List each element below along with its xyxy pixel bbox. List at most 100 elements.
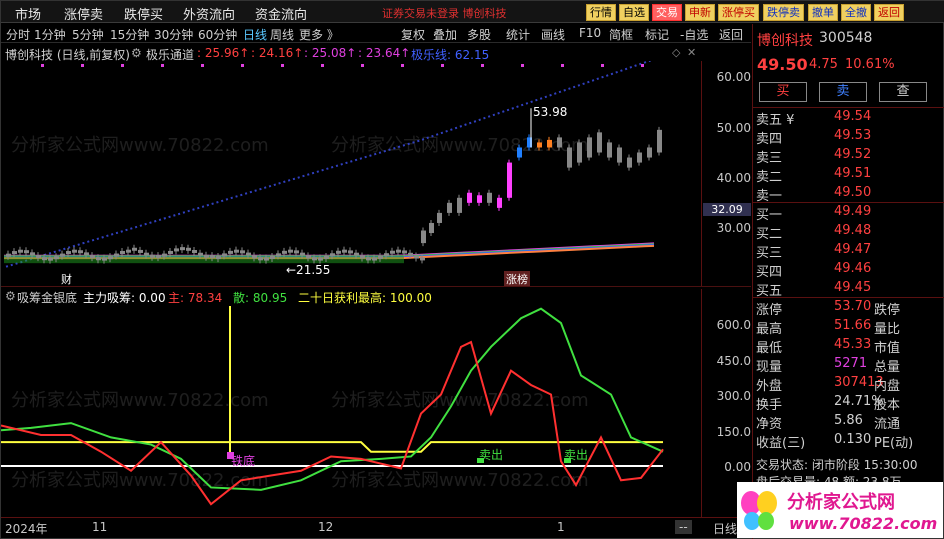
marker-dot [321,64,324,67]
tool-back[interactable]: 返回 [719,26,743,43]
candle-body [252,255,257,259]
row-value: 49.54 [834,109,872,124]
candle-body [288,249,293,253]
btn-cancel[interactable]: 撤单 [808,4,838,21]
menu-market[interactable]: 市场 [15,4,41,23]
candle-body [396,249,401,253]
ask-row: 卖五 ¥ 49.54 [756,109,944,128]
period-60min[interactable]: 60分钟 [198,26,237,43]
xtick: 2024年 [5,522,48,536]
candle-body [108,256,113,260]
marker-dot [601,64,604,67]
marker-dot [561,64,564,67]
candle-body [647,147,652,158]
candle-body [557,137,562,148]
tool-f10[interactable]: F10 [579,26,601,40]
marker-dot [201,64,204,67]
menu-capital-flow[interactable]: 资金流向 [255,4,307,23]
gear-icon[interactable]: ⚙ [131,46,142,60]
btn-apply[interactable]: 申新 [685,4,715,21]
period-weekly[interactable]: 周线 [270,26,294,43]
menu-limit-up-sell[interactable]: 涨停卖 [64,4,103,23]
indicator-info-bar: ⚙ 吸筹金银底 主力吸筹: 0.00 主: 78.34 散: 80.95 二十日… [1,289,701,305]
candle-body [336,250,341,254]
row-value: 53.70 [834,299,872,314]
row-label2: 总量 [874,360,901,375]
candle-body [372,257,377,261]
query-button[interactable]: 查 [879,82,927,102]
row-label2: 量比 [874,322,901,337]
menu-foreign-flow[interactable]: 外资流向 [183,4,235,23]
period-daily[interactable]: 日线 [243,26,267,43]
ytick: 40.00 [716,171,751,185]
tool-adjust[interactable]: 复权 [401,26,425,43]
period-15min[interactable]: 15分钟 [110,26,149,43]
btn-back[interactable]: 返回 [874,4,904,21]
tool-watch[interactable]: -自选 [680,26,708,43]
tool-draw[interactable]: 画线 [541,26,565,43]
kline-info-bar: 博创科技 (日线,前复权) ⚙ 极乐通道 : 25.96↑ : 24.16↑ :… [1,44,701,62]
price-label: 32.09 [703,203,751,216]
candle-body [487,192,492,203]
diamond-icon[interactable]: ◇ [672,46,680,59]
marker-dot [361,64,364,67]
candle-body [144,252,149,256]
tool-stats[interactable]: 统计 [506,26,530,43]
gear-icon[interactable]: ⚙ [5,289,16,303]
candle-body [210,255,215,259]
marker-dot [281,64,284,67]
row-label: 卖四 [756,132,783,147]
zhu-line [1,340,664,506]
tool-mark[interactable]: 标记 [645,26,669,43]
tool-multi[interactable]: 多股 [467,26,491,43]
row-label: 卖五 ¥ [756,113,795,128]
signal-iron-bottom: 铁底 [231,454,256,468]
candle-body [96,257,101,261]
btn-watchlist[interactable]: 自选 [619,4,649,21]
row-value: 49.46 [834,261,872,276]
period-tick[interactable]: 分时 [6,26,30,43]
candle-body [390,250,395,254]
btn-limit-down-sell[interactable]: 跌停卖 [763,4,804,21]
signal-sell: 卖出 [564,448,589,462]
candle-body [264,257,269,261]
buy-button[interactable]: 买 [759,82,807,102]
bid-row: 买三 49.47 [756,242,944,261]
ask-row: 卖四 49.53 [756,128,944,147]
period-1min[interactable]: 1分钟 [34,26,66,43]
candle-body [330,253,335,257]
indicator-main: 主力吸筹: 0.00 [83,291,166,305]
candle-body [447,202,452,213]
candle-body [300,252,305,256]
btn-quote[interactable]: 行情 [586,4,616,21]
row-label2: 股本 [874,398,901,413]
ytick: 300.0 [716,389,751,403]
period-30min[interactable]: 30分钟 [154,26,193,43]
btn-cancel-all[interactable]: 全撤 [841,4,871,21]
row-label2: PE(动) [874,436,914,451]
period-more[interactable]: 更多 》 [299,26,339,43]
candle-body [228,250,233,254]
app-window: { "menu": { "items": ["市场","涨停卖","跌停买","… [0,0,944,539]
btn-trade[interactable]: 交易 [652,4,682,21]
candle-body [324,255,329,259]
tool-overlay[interactable]: 叠加 [433,26,457,43]
xaxis-scroll[interactable]: -- [675,520,692,534]
stat-row: 外盘 307413 内盘 [756,375,944,394]
ask-row: 卖二 49.51 [756,166,944,185]
period-5min[interactable]: 5分钟 [72,26,104,43]
row-value: 45.33 [834,337,872,352]
xaxis-period[interactable]: 日线 [713,520,737,537]
marker-dot [241,64,244,67]
sell-button[interactable]: 卖 [819,82,867,102]
close-icon[interactable]: ✕ [687,46,696,59]
marker-dot [441,64,444,67]
candle-body [162,253,167,257]
row-value: 49.47 [834,242,872,257]
marker-dot [401,64,404,67]
candle-body [192,249,197,254]
candle-body [234,249,239,253]
btn-limit-up-buy[interactable]: 涨停买 [718,4,759,21]
menu-limit-down-buy[interactable]: 跌停买 [124,4,163,23]
tool-simple[interactable]: 简框 [609,26,633,43]
